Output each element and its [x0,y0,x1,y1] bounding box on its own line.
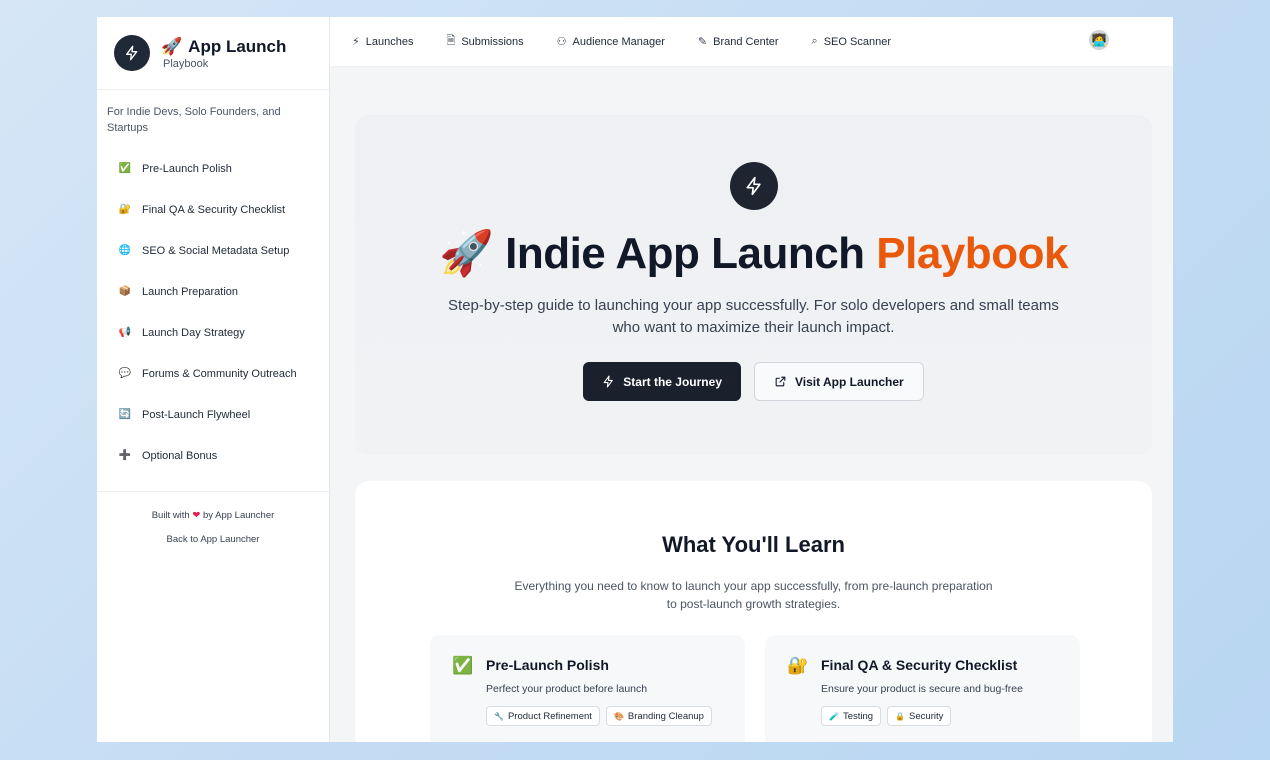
checkmark-icon: ✅ [118,163,132,174]
section-title: What You'll Learn [662,532,845,557]
sidebar-nav: ✅ Pre-Launch Polish 🔐 Final QA & Security … [97,148,329,476]
card-description: Ensure your product is secure and bug-fr… [821,683,1023,695]
hero-section: 🚀 Indie App Launch Playbook Step-by-step… [355,115,1152,455]
test-tube-icon: 🧪 [829,711,839,721]
plus-icon: ➕ [118,450,132,461]
sidebar-footer: Built with ❤ by App Launcher Back to App… [97,491,329,552]
sidebar-item-optional-bonus[interactable]: ➕ Optional Bonus [97,435,329,476]
tag-chip: 🎨 Branding Cleanup [605,706,712,726]
bolt-icon: ⚡ [352,36,360,48]
section-subtitle: Everything you need to know to launch yo… [514,579,993,611]
bolt-icon [729,162,778,210]
pencil-icon: ✎ [697,36,708,48]
card-title: Pre-Launch Polish [486,657,609,673]
lock-icon: 🔐 [787,656,809,675]
bolt-icon [114,35,150,71]
sidebar-tagline: For Indie Devs, Solo Founders, and Start… [107,106,281,134]
tab-submissions[interactable]: 🗎 Submissions [446,32,523,51]
brand-header[interactable]: 🚀 App Launch Playbook [97,17,329,90]
hero-subtitle: Step-by-step guide to launching your app… [448,297,1059,336]
speech-bubble-icon: 💬 [118,368,132,379]
rocket-icon: 🚀 [439,229,494,278]
tag-chip: 🔒 Security [887,706,952,726]
sidebar-item-forums[interactable]: 💬 Forums & Community Outreach [97,353,329,394]
brand-title: 🚀 App Launch [161,36,287,56]
document-icon: 🗎 [446,35,456,47]
built-with-text: Built with ❤ by App Launcher [151,510,275,521]
back-to-app-launcher-link[interactable]: Back to App Launcher [97,528,329,552]
globe-icon: 🌐 [118,245,132,256]
card-title: Final QA & Security Checklist [821,657,1018,673]
what-youll-learn-section: What You'll Learn Everything you need to… [355,481,1152,742]
tab-launches[interactable]: ⚡ Launches [352,35,413,49]
search-icon: ⌕ [811,35,818,47]
card-description: Perfect your product before launch [486,683,648,695]
brand-subtitle: Playbook [163,57,209,70]
main-content: ⚡ Launches 🗎 Submissions ⚇ Audience Manager… [330,17,1173,742]
top-navigation: ⚡ Launches 🗎 Submissions ⚇ Audience Manager… [330,17,1173,67]
tag-chip: 🧪 Testing [821,706,882,726]
sidebar-item-post-launch[interactable]: 🔄 Post-Launch Flywheel [97,394,329,435]
tab-brand-center[interactable]: ✎ Brand Center [697,35,779,49]
package-icon: 📦 [118,286,132,297]
card-tags: 🧪 Testing 🔒 Security [821,706,952,726]
sidebar-item-launch-preparation[interactable]: 📦 Launch Preparation [97,271,329,312]
heart-icon: ❤ [192,510,201,521]
sidebar-item-seo-metadata[interactable]: 🌐 SEO & Social Metadata Setup [97,230,329,271]
sidebar-item-pre-launch-polish[interactable]: ✅ Pre-Launch Polish [97,148,329,189]
lock-icon: 🔐 [118,204,132,215]
sidebar-item-launch-day[interactable]: 📢 Launch Day Strategy [97,312,329,353]
users-icon: ⚇ [556,36,567,48]
tag-chip: 🔧 Product Refinement [486,706,600,726]
tab-seo-scanner[interactable]: ⌕ SEO Scanner [812,35,891,48]
feature-cards: ✅ Pre-Launch Polish Perfect your product… [430,635,1080,742]
hero-actions: Start the Journey Visit App Launcher [355,362,1152,401]
bolt-icon [603,375,614,388]
start-journey-button[interactable]: Start the Journey [583,362,741,401]
page-title: 🚀 Indie App Launch Playbook [439,229,1068,278]
megaphone-icon: 📢 [118,327,132,338]
external-link-icon [775,376,786,387]
feature-card-pre-launch-polish[interactable]: ✅ Pre-Launch Polish Perfect your product… [430,635,745,742]
refresh-icon: 🔄 [118,409,132,420]
padlock-icon: 🔒 [895,711,906,721]
app-window: 🚀 App Launch Playbook For Indie Devs, So… [97,17,1173,742]
sidebar-item-final-qa[interactable]: 🔐 Final QA & Security Checklist [97,189,329,230]
feature-card-final-qa[interactable]: 🔐 Final QA & Security Checklist Ensure y… [765,635,1080,742]
visit-app-launcher-button[interactable]: Visit App Launcher [754,362,924,401]
palette-icon: 🎨 [613,711,624,721]
user-avatar[interactable]: 🧑‍💻 [1089,30,1109,50]
tab-audience-manager[interactable]: ⚇ Audience Manager [556,35,665,49]
rocket-icon: 🚀 [161,36,183,56]
wrench-icon: 🔧 [494,711,504,721]
sidebar: 🚀 App Launch Playbook For Indie Devs, So… [97,17,330,742]
card-tags: 🔧 Product Refinement 🎨 Branding Cleanup [486,706,712,726]
checkmark-icon: ✅ [452,656,474,675]
